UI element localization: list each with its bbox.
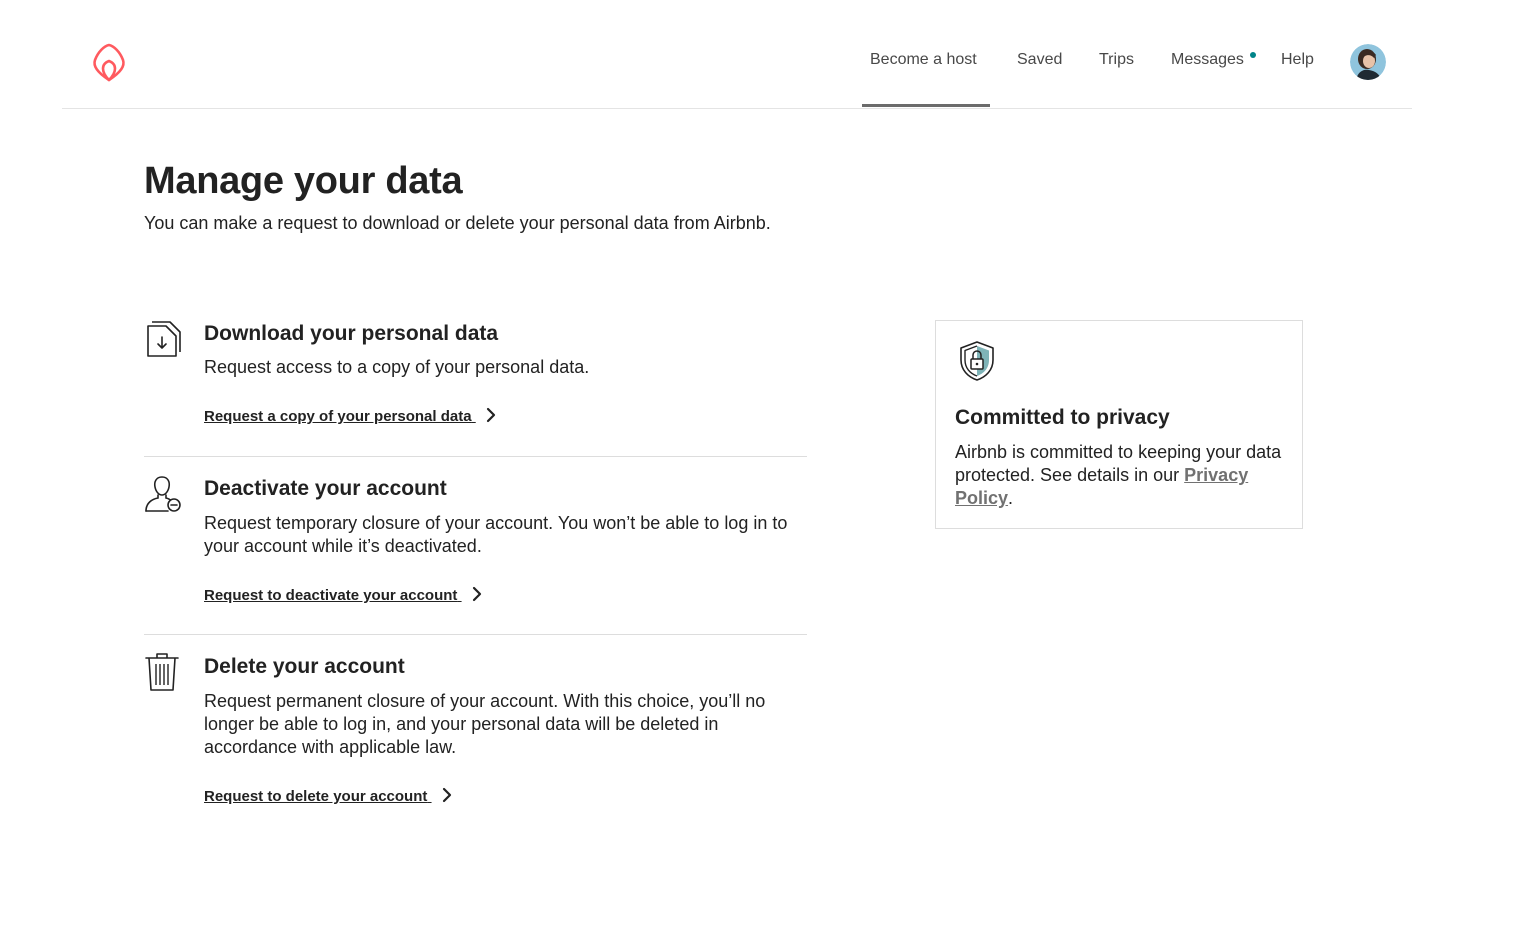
page-subtitle: You can make a request to download or de… [144,213,771,233]
section-title: Deactivate your account [204,477,447,500]
card-text-period: . [1008,488,1014,508]
section-description: Request access to a copy of your persona… [204,357,590,377]
nav-help[interactable]: Help [1281,51,1314,69]
avatar-image-icon [1350,44,1386,80]
request-deactivate-link[interactable]: Request to deactivate your account [204,586,482,604]
section-description: Request permanent closure of your accoun… [204,691,766,757]
download-document-icon [147,321,181,357]
active-nav-indicator [862,104,990,107]
deactivate-account-section: Deactivate your account Request temporar… [144,457,807,635]
chevron-right-icon [442,787,451,803]
page-title: Manage your data [144,160,463,202]
chevron-right-icon [486,407,495,423]
link-label[interactable]: Request to deactivate your account [204,587,457,604]
delete-account-section: Delete your account Request permanent cl… [144,635,807,825]
chevron-right-icon [472,586,481,602]
section-description: Request temporary closure of your accoun… [204,513,788,556]
card-title: Committed to privacy [955,406,1170,429]
card-text: Airbnb is committed to keeping your data… [955,441,1285,510]
nav-saved[interactable]: Saved [1017,51,1062,69]
nav-become-a-host[interactable]: Become a host [870,51,977,69]
user-avatar[interactable] [1350,44,1386,80]
download-data-section: Download your personal data Request acce… [144,318,807,457]
section-title: Delete your account [204,655,405,678]
link-label[interactable]: Request a copy of your personal data [204,408,472,425]
user-minus-icon [145,476,181,512]
link-label[interactable]: Request to delete your account [204,788,427,805]
section-title: Download your personal data [204,322,499,345]
shield-lock-icon [960,341,994,381]
nav-messages[interactable]: Messages [1171,51,1244,69]
privacy-card: Committed to privacy Airbnb is committed… [935,320,1303,529]
request-copy-link[interactable]: Request a copy of your personal data [204,407,496,425]
airbnb-logo-icon[interactable] [91,42,127,82]
request-delete-link[interactable]: Request to delete your account [204,787,452,805]
top-header: Become a host Saved Trips Messages Help [62,0,1412,109]
nav-trips[interactable]: Trips [1099,51,1134,69]
trash-icon [145,653,179,691]
messages-notification-dot [1250,52,1256,58]
